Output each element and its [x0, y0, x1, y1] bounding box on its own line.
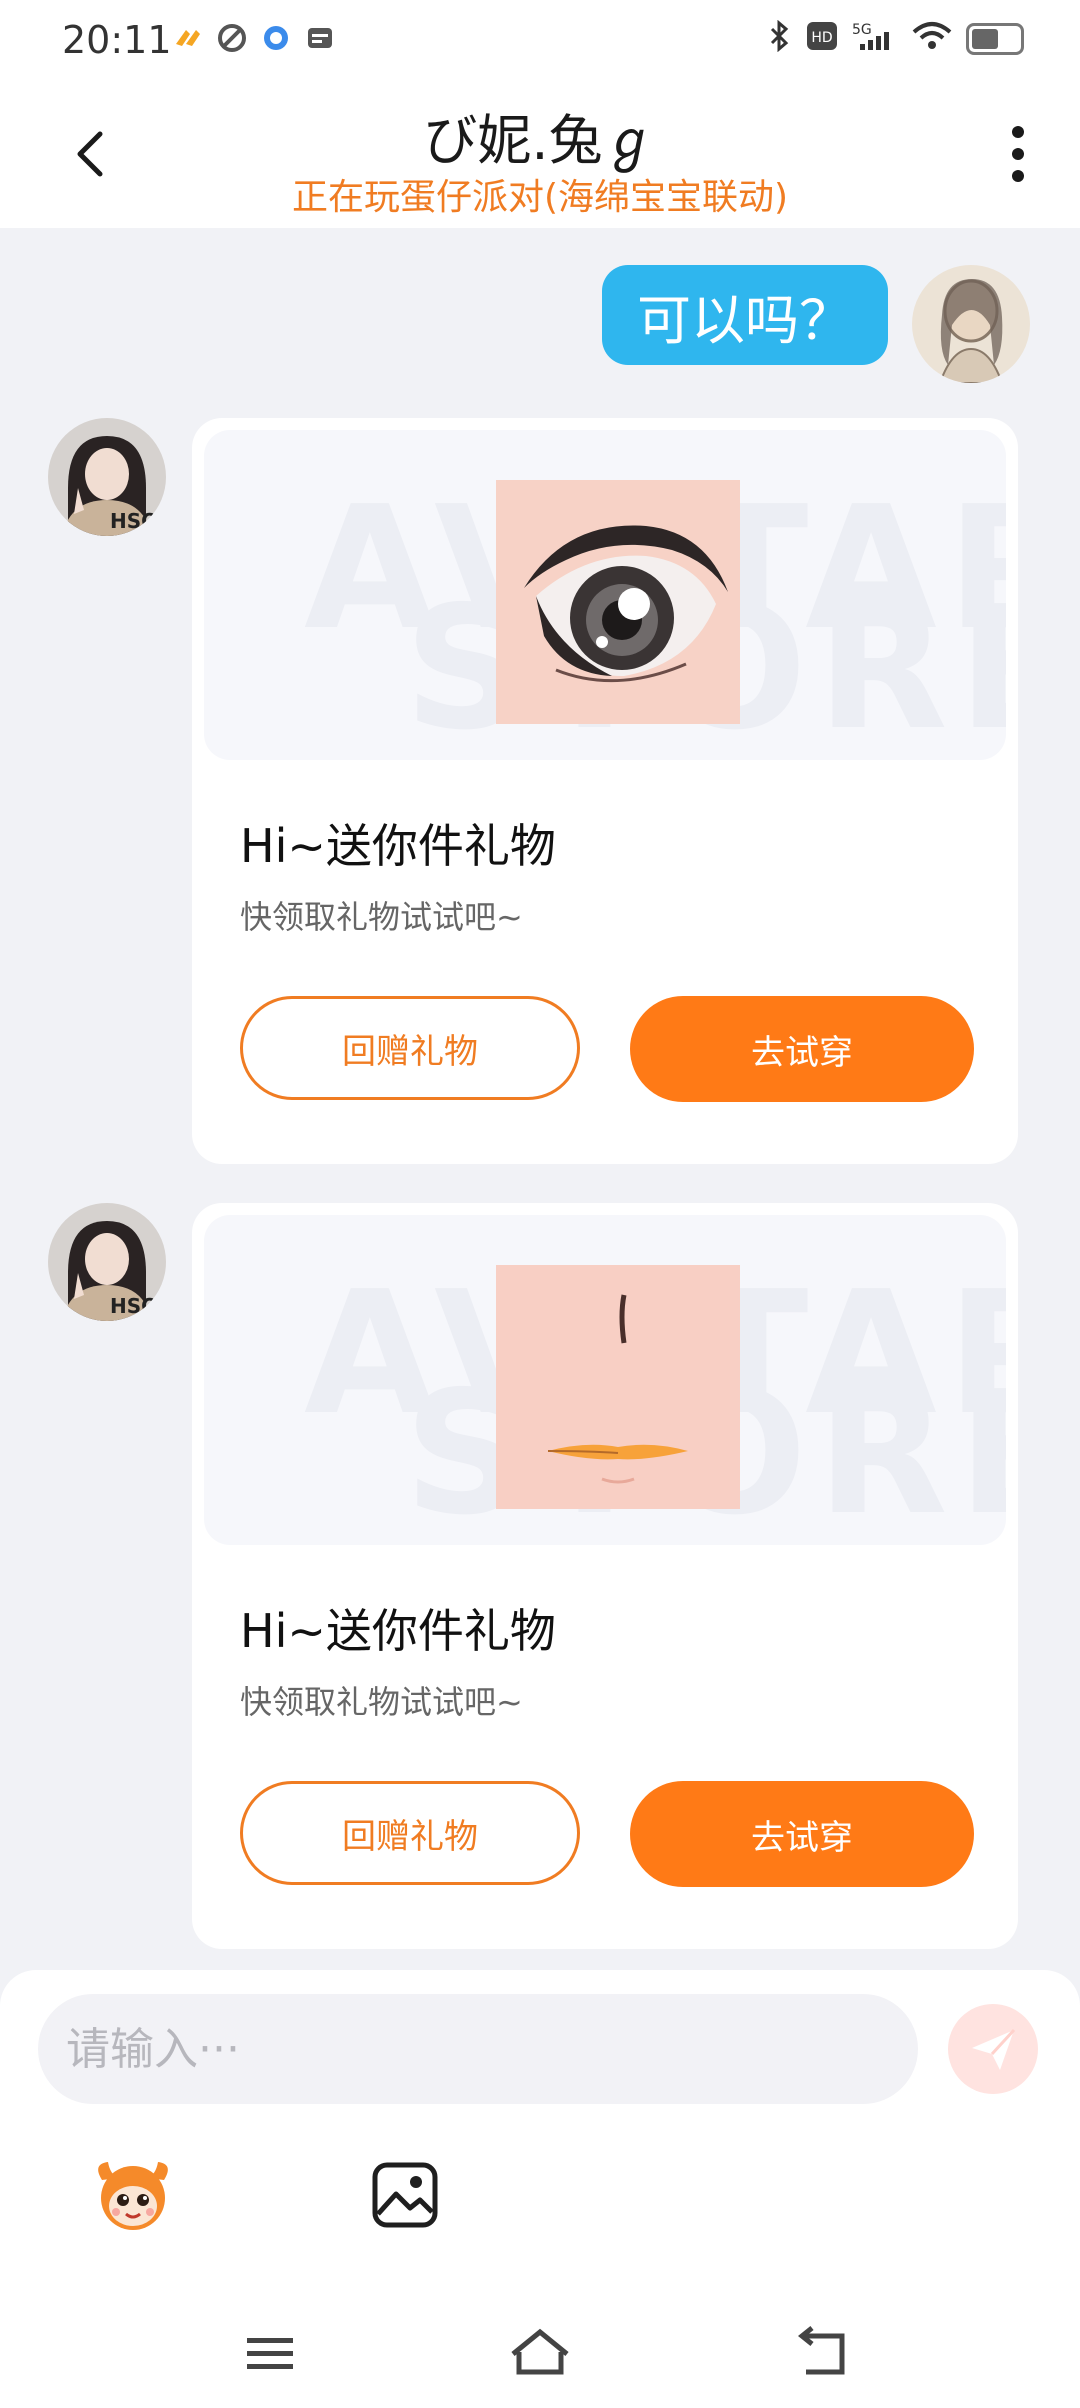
back-nav-button[interactable] — [790, 2324, 860, 2384]
svg-text:HSOI: HSOI — [110, 509, 166, 533]
try-on-button[interactable]: 去试穿 — [630, 996, 974, 1102]
gift-title: Hi~送你件礼物 — [240, 819, 556, 873]
wallet-icon — [304, 22, 336, 54]
status-right-icons: HD 5G — [768, 19, 1024, 58]
mascot-emoji-icon — [98, 2162, 168, 2230]
system-nav-bar — [0, 2300, 1080, 2408]
gift-preview: AVATAR STORE — [204, 1215, 1006, 1545]
status-time: 20:11 — [62, 18, 172, 62]
status-bar: 20:11 HD 5G — [0, 0, 1080, 80]
gift-card[interactable]: AVATAR STORE Hi~送你件礼物 快领取礼物试试吧~ 回赠礼物 去试穿 — [192, 1203, 1018, 1949]
try-on-button[interactable]: 去试穿 — [630, 1781, 974, 1887]
home-button[interactable] — [505, 2324, 575, 2384]
recent-apps-button[interactable] — [235, 2324, 305, 2384]
emoji-sticker-button[interactable] — [88, 2150, 178, 2240]
hd-icon: HD — [806, 21, 838, 57]
send-icon — [972, 2028, 1016, 2070]
chat-header: び妮.兔ℊ 正在玩蛋仔派对(海绵宝宝联动) — [0, 80, 1080, 228]
friend-avatar[interactable]: HSOI — [48, 418, 166, 536]
return-gift-button[interactable]: 回赠礼物 — [240, 1781, 580, 1885]
image-icon — [372, 2162, 438, 2228]
friend-avatar[interactable]: HSOI — [48, 1203, 166, 1321]
gift-card[interactable]: AVATAR STORE Hi~送你件礼物 快领取礼物试试吧~ 回赠礼物 去试穿 — [192, 418, 1018, 1164]
svg-text:HSOI: HSOI — [110, 1294, 166, 1318]
return-icon — [797, 2326, 845, 2375]
mouth-face-icon — [496, 1265, 740, 1509]
my-avatar[interactable] — [912, 265, 1030, 383]
message-input[interactable] — [38, 1994, 918, 2104]
eye-icon — [496, 480, 740, 724]
image-picker-button[interactable] — [360, 2150, 450, 2240]
svg-text:HD: HD — [811, 30, 832, 46]
bluetooth-icon — [768, 19, 792, 58]
browser-icon — [260, 22, 292, 54]
home-icon — [511, 2328, 569, 2375]
app-swirl-icon — [216, 22, 248, 54]
wifi-icon — [912, 20, 952, 58]
status-app-icons — [172, 22, 336, 54]
send-button[interactable] — [948, 2004, 1038, 2094]
battery-icon — [966, 23, 1024, 55]
more-options-button[interactable] — [996, 124, 1040, 184]
outgoing-message-bubble: 可以吗？ — [602, 265, 888, 365]
more-vertical-icon — [1012, 126, 1024, 182]
taobao-icon — [172, 22, 204, 54]
message-input-area — [0, 1970, 1080, 2408]
chat-title: び妮.兔ℊ — [423, 109, 657, 172]
chat-status-subtitle: 正在玩蛋仔派对(海绵宝宝联动) — [291, 177, 789, 218]
return-gift-button[interactable]: 回赠礼物 — [240, 996, 580, 1100]
gift-description: 快领取礼物试试吧~ — [240, 898, 523, 936]
5g-signal-icon: 5G — [852, 20, 898, 58]
gift-preview: AVATAR STORE — [204, 430, 1006, 760]
gift-title: Hi~送你件礼物 — [240, 1604, 556, 1658]
svg-text:5G: 5G — [852, 22, 872, 38]
gift-description: 快领取礼物试试吧~ — [240, 1683, 523, 1721]
menu-icon — [247, 2338, 293, 2369]
